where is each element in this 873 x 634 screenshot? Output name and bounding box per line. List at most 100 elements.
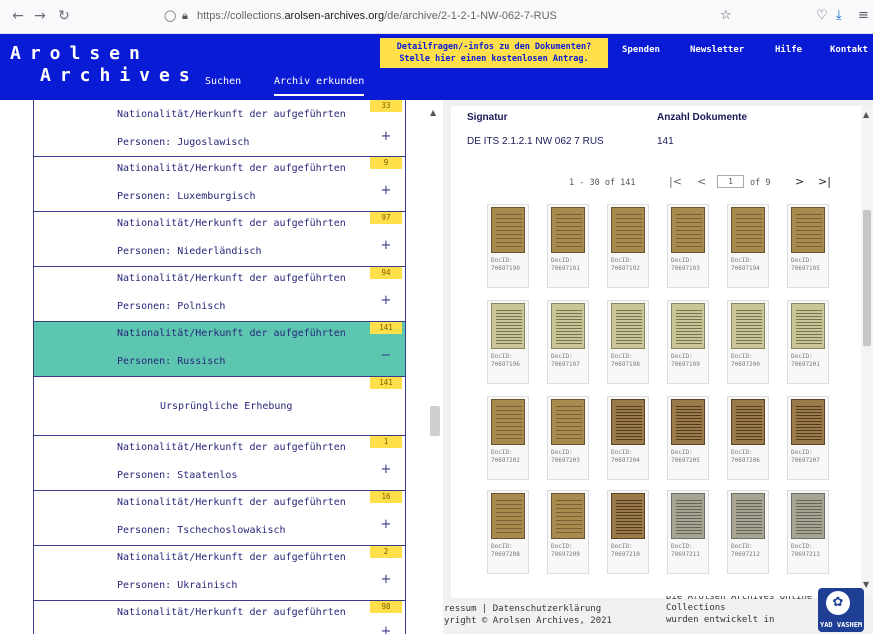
footer-impressum-datenschutz[interactable]: ressum | Datenschutzerklärung	[444, 603, 612, 615]
document-thumbnail[interactable]: DocID: 70697197	[547, 300, 589, 384]
document-thumbnail[interactable]: DocID: 70697199	[667, 300, 709, 384]
tree-row-partial[interactable]: Nationalität/Herkunft der aufgeführten 9…	[33, 601, 406, 634]
bookmark-star-icon[interactable]: ☆	[720, 8, 732, 24]
right-scrollbar-thumb[interactable]	[863, 210, 871, 346]
doc-id-value: 70697192	[611, 265, 640, 272]
document-image	[731, 399, 765, 445]
tree-row-russisch[interactable]: Nationalität/Herkunft der aufgeführten P…	[33, 322, 406, 377]
tree-row-luxemburgisch[interactable]: Nationalität/Herkunft der aufgeführten P…	[33, 157, 406, 212]
document-thumbnail[interactable]: DocID: 70697213	[787, 490, 829, 574]
document-thumbnail[interactable]: DocID: 70697200	[727, 300, 769, 384]
reload-icon[interactable]: ↻	[56, 8, 72, 24]
expand-icon[interactable]: +	[376, 518, 396, 532]
expand-icon[interactable]: +	[376, 573, 396, 587]
pager-range: 1 - 30 of 141	[569, 178, 636, 188]
doc-id-prefix: DocID:	[671, 257, 693, 264]
document-id-label: DocID: 70697198	[611, 353, 640, 369]
doc-id-value: 70697190	[491, 265, 520, 272]
expand-icon[interactable]: +	[376, 184, 396, 198]
document-thumbnail[interactable]: DocID: 70697207	[787, 396, 829, 480]
expand-icon[interactable]: +	[376, 625, 396, 634]
tab-suchen[interactable]: Suchen	[205, 76, 241, 88]
prev-page-icon[interactable]: <	[697, 175, 706, 189]
tree-row-niederlaendisch[interactable]: Nationalität/Herkunft der aufgeführten P…	[33, 212, 406, 267]
document-thumbnail[interactable]: DocID: 70697195	[787, 204, 829, 288]
last-page-icon[interactable]: >|	[818, 175, 831, 189]
document-image	[791, 399, 825, 445]
tree-row-polnisch[interactable]: Nationalität/Herkunft der aufgeführten P…	[33, 267, 406, 322]
document-thumbnail[interactable]: DocID: 70697210	[607, 490, 649, 574]
document-thumbnail[interactable]: DocID: 70697202	[487, 396, 529, 480]
row-subtitle: Personen: Staatenlos	[117, 470, 238, 481]
scroll-down-icon[interactable]: ▼	[863, 580, 869, 589]
document-thumbnail[interactable]: DocID: 70697212	[727, 490, 769, 574]
document-thumbnail[interactable]: DocID: 70697192	[607, 204, 649, 288]
doc-id-value: 70697191	[551, 265, 580, 272]
doc-id-prefix: DocID:	[491, 257, 513, 264]
document-id-label: DocID: 70697207	[791, 449, 820, 465]
document-thumbnail[interactable]: DocID: 70697198	[607, 300, 649, 384]
document-id-label: DocID: 70697201	[791, 353, 820, 369]
document-thumbnail[interactable]: DocID: 70697211	[667, 490, 709, 574]
next-page-icon[interactable]: >	[795, 175, 804, 189]
scroll-up-icon[interactable]: ▲	[430, 108, 436, 117]
nav-hilfe[interactable]: Hilfe	[775, 44, 802, 56]
document-id-label: DocID: 70697194	[731, 257, 760, 273]
tree-row-ukrainisch[interactable]: Nationalität/Herkunft der aufgeführten P…	[33, 546, 406, 601]
tree-sub-row-urspruengliche-erhebung[interactable]: Ursprüngliche Erhebung 141	[33, 377, 406, 436]
pocket-icon[interactable]: ♡	[816, 8, 828, 24]
cookie-icon[interactable]: ✿	[826, 591, 850, 615]
shield-icon[interactable]: ◯	[164, 9, 178, 23]
back-icon[interactable]: ←	[10, 8, 26, 24]
logo-line2[interactable]: Archives	[40, 66, 199, 86]
document-thumbnail[interactable]: DocID: 70697193	[667, 204, 709, 288]
document-thumbnail[interactable]: DocID: 70697190	[487, 204, 529, 288]
document-thumbnail[interactable]: DocID: 70697196	[487, 300, 529, 384]
nav-spenden[interactable]: Spenden	[622, 44, 660, 56]
row-subtitle: Personen: Tschechoslowakisch	[117, 525, 286, 536]
nav-kontakt[interactable]: Kontakt	[830, 44, 868, 56]
forward-icon[interactable]: →	[32, 8, 48, 24]
left-scrollbar[interactable]	[428, 100, 442, 634]
document-image	[731, 493, 765, 539]
document-image	[491, 493, 525, 539]
row-title: Nationalität/Herkunft der aufgeführten	[117, 607, 346, 618]
menu-icon[interactable]: ≡	[858, 8, 869, 24]
nav-newsletter[interactable]: Newsletter	[690, 44, 744, 56]
document-thumbnail[interactable]: DocID: 70697191	[547, 204, 589, 288]
left-scrollbar-thumb[interactable]	[430, 406, 440, 436]
tree-row-staatenlos[interactable]: Nationalität/Herkunft der aufgeführten P…	[33, 436, 406, 491]
document-thumbnail[interactable]: DocID: 70697201	[787, 300, 829, 384]
right-scrollbar[interactable]	[861, 106, 873, 598]
expand-icon[interactable]: +	[376, 239, 396, 253]
doc-id-value: 70697201	[791, 361, 820, 368]
document-thumbnail[interactable]: DocID: 70697204	[607, 396, 649, 480]
expand-icon[interactable]: +	[376, 130, 396, 144]
scroll-up-icon[interactable]: ▲	[863, 110, 869, 119]
download-icon[interactable]: ⤓	[836, 8, 842, 24]
info-request-banner[interactable]: Detailfragen/-infos zu den Dokumenten? S…	[380, 38, 608, 68]
logo[interactable]: Arolsen	[10, 44, 149, 64]
document-image	[671, 303, 705, 349]
url-bar[interactable]: https://collections.arolsen-archives.org…	[197, 9, 557, 23]
doc-id-value: 70697194	[731, 265, 760, 272]
footer-credit: Die Arolsen Archives Online Collections …	[666, 596, 812, 626]
tab-archiv-erkunden[interactable]: Archiv erkunden	[274, 76, 365, 96]
tree-row-tschechoslowakisch[interactable]: Nationalität/Herkunft der aufgeführten P…	[33, 491, 406, 546]
document-thumbnail[interactable]: DocID: 70697205	[667, 396, 709, 480]
tree-row-jugoslawisch[interactable]: Nationalität/Herkunft der aufgeführten P…	[33, 100, 406, 157]
expand-icon[interactable]: +	[376, 294, 396, 308]
document-thumbnail[interactable]: DocID: 70697208	[487, 490, 529, 574]
document-image	[611, 207, 645, 253]
document-thumbnail[interactable]: DocID: 70697203	[547, 396, 589, 480]
row-subtitle: Personen: Russisch	[117, 356, 226, 367]
document-thumbnail[interactable]: DocID: 70697206	[727, 396, 769, 480]
document-thumbnail[interactable]: DocID: 70697194	[727, 204, 769, 288]
collapse-icon[interactable]: −	[376, 349, 396, 363]
document-thumbnail[interactable]: DocID: 70697209	[547, 490, 589, 574]
doc-id-value: 70697203	[551, 457, 580, 464]
lock-icon[interactable]: 🔒︎	[182, 9, 188, 23]
expand-icon[interactable]: +	[376, 463, 396, 477]
first-page-icon[interactable]: |<	[669, 175, 682, 189]
page-input[interactable]: 1	[717, 175, 744, 188]
